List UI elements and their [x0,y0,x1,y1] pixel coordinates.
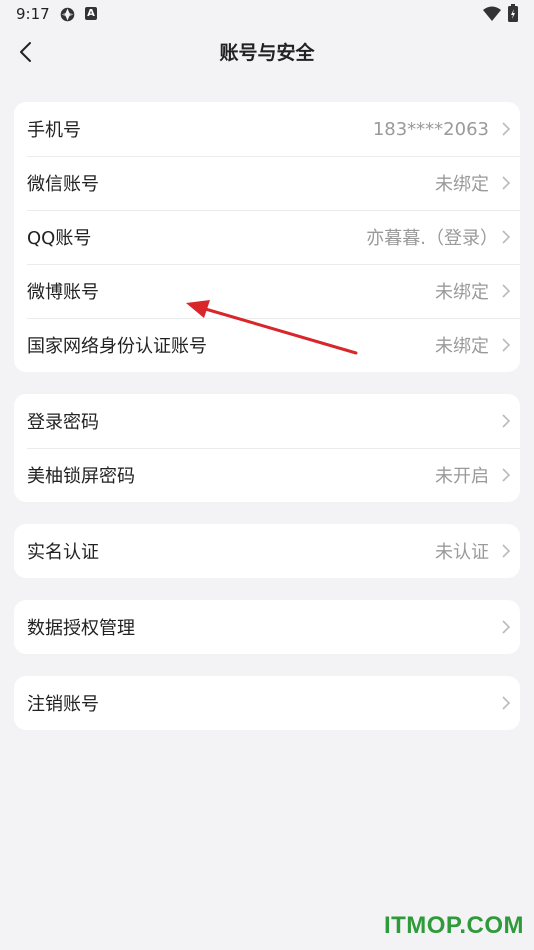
chevron-right-icon [502,122,511,136]
row-phone[interactable]: 手机号 183****2063 [14,102,520,156]
battery-icon [508,4,518,22]
row-value: 未认证 [435,542,489,563]
password-card: 登录密码 美柚锁屏密码 未开启 [14,394,520,502]
row-login-password[interactable]: 登录密码 [14,394,520,448]
row-label: 手机号 [27,120,81,141]
account-binding-card: 手机号 183****2063 微信账号 未绑定 QQ账号 亦暮暮.（登录） 微… [14,102,520,372]
chevron-right-icon [502,620,511,634]
row-lockscreen-password[interactable]: 美柚锁屏密码 未开启 [14,448,520,502]
row-qq[interactable]: QQ账号 亦暮暮.（登录） [14,210,520,264]
wifi-icon [483,6,501,21]
chevron-right-icon [502,544,511,558]
chevron-right-icon [502,414,511,428]
row-label: 登录密码 [27,412,99,433]
data-auth-card: 数据授权管理 [14,600,520,654]
app-notification-icon: A [85,7,97,20]
row-value: 未绑定 [435,336,489,357]
row-label: 国家网络身份认证账号 [27,336,207,357]
row-wechat[interactable]: 微信账号 未绑定 [14,156,520,210]
row-realname[interactable]: 实名认证 未认证 [14,524,520,578]
deactivate-card: 注销账号 [14,676,520,730]
row-label: 实名认证 [27,542,99,563]
row-value: 183****2063 [372,118,489,140]
row-weibo[interactable]: 微博账号 未绑定 [14,264,520,318]
row-label: 微信账号 [27,174,99,195]
page-title: 账号与安全 [219,42,315,64]
row-value: 未开启 [435,466,489,487]
chevron-right-icon [502,468,511,482]
chevron-right-icon [502,230,511,244]
row-label: QQ账号 [27,228,92,249]
realname-card: 实名认证 未认证 [14,524,520,578]
status-time: 9:17 [16,5,50,23]
header: 账号与安全 [0,30,534,74]
row-value: 亦暮暮.（登录） [366,228,498,249]
chevron-right-icon [502,284,511,298]
row-label: 美柚锁屏密码 [27,466,135,487]
status-bar: 9:17 A [0,0,534,30]
watermark-logo: ITMOP.COM [383,912,524,939]
row-label: 数据授权管理 [27,618,135,639]
row-label: 微博账号 [27,282,99,303]
aperture-icon [60,7,75,22]
chevron-right-icon [502,696,511,710]
chevron-right-icon [502,338,511,352]
row-value: 未绑定 [435,174,489,195]
row-value: 未绑定 [435,282,489,303]
row-deactivate[interactable]: 注销账号 [14,676,520,730]
row-data-auth[interactable]: 数据授权管理 [14,600,520,654]
row-national-id[interactable]: 国家网络身份认证账号 未绑定 [14,318,520,372]
row-label: 注销账号 [27,694,99,715]
chevron-right-icon [502,176,511,190]
